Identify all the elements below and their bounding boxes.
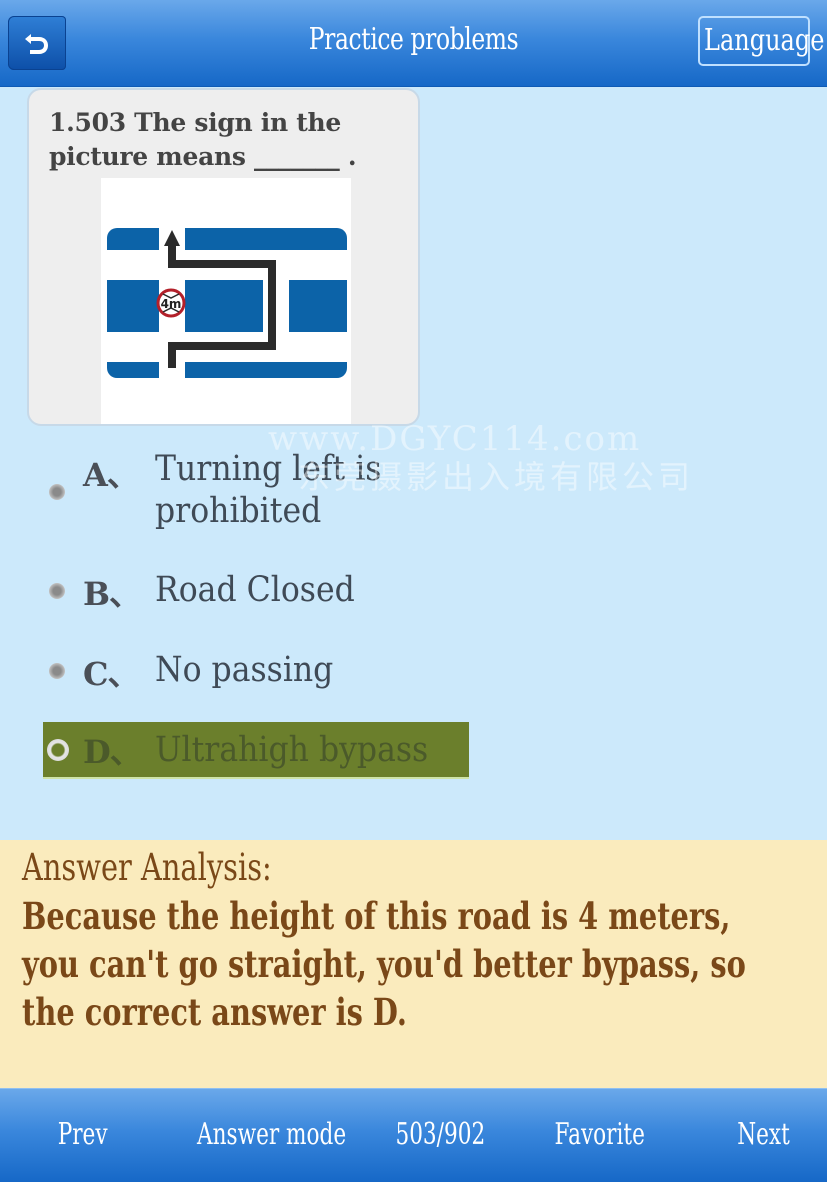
option-letter: C、 [83,655,139,693]
bottom-nav-bar: Prev Answer mode 503/902 Favorite Next [0,1088,827,1182]
question-text: 1.503 The sign in the picture means ____… [49,108,357,171]
sign-image: 4m [101,178,351,424]
option-text: Ultrahigh bypass [155,729,429,770]
option-letter: D、 [83,732,142,771]
height-limit-icon: 4m [156,288,186,318]
option-text-line: prohibited [155,491,322,531]
question-card: 1.503 The sign in the picture means ____… [27,88,420,426]
option-letter: B、 [83,575,141,613]
page-title: Practice problems [308,22,519,57]
option-letter: A、 [83,456,139,494]
top-bar: Practice problems Language [0,0,827,87]
prev-button[interactable]: Prev [58,1117,108,1152]
back-button[interactable] [8,16,66,70]
radio-selected-icon[interactable] [47,738,69,761]
option-c[interactable]: C、 No passing [43,649,353,705]
language-button[interactable]: Language [698,16,824,66]
option-b[interactable]: B、 Road Closed [43,569,377,625]
back-arrow-icon [25,34,48,54]
language-label: Language [704,23,825,58]
answer-mode-button[interactable]: Answer mode [197,1117,346,1152]
option-text: Road Closed [155,570,355,610]
progress-counter: 503/902 [395,1117,486,1152]
option-d-selected[interactable]: D、 Ultrahigh bypass [43,722,469,779]
option-a[interactable]: A、 Turning left is prohibited [43,448,407,531]
radio-icon[interactable] [49,484,65,500]
option-text: No passing [155,650,334,690]
option-text: Turning left is prohibited [155,448,381,532]
option-text-line: Turning left is [155,449,382,489]
radio-icon[interactable] [49,663,65,679]
next-button[interactable]: Next [737,1117,790,1152]
answer-analysis-panel: Answer Analysis: Because the height of t… [0,840,827,1090]
analysis-body: Because the height of this road is 4 met… [22,894,746,1034]
favorite-button[interactable]: Favorite [555,1117,645,1152]
height-limit-label: 4m [161,297,182,311]
radio-icon[interactable] [49,583,65,599]
road-sign-graphic: 4m [107,228,347,378]
analysis-title: Answer Analysis: [22,846,272,889]
